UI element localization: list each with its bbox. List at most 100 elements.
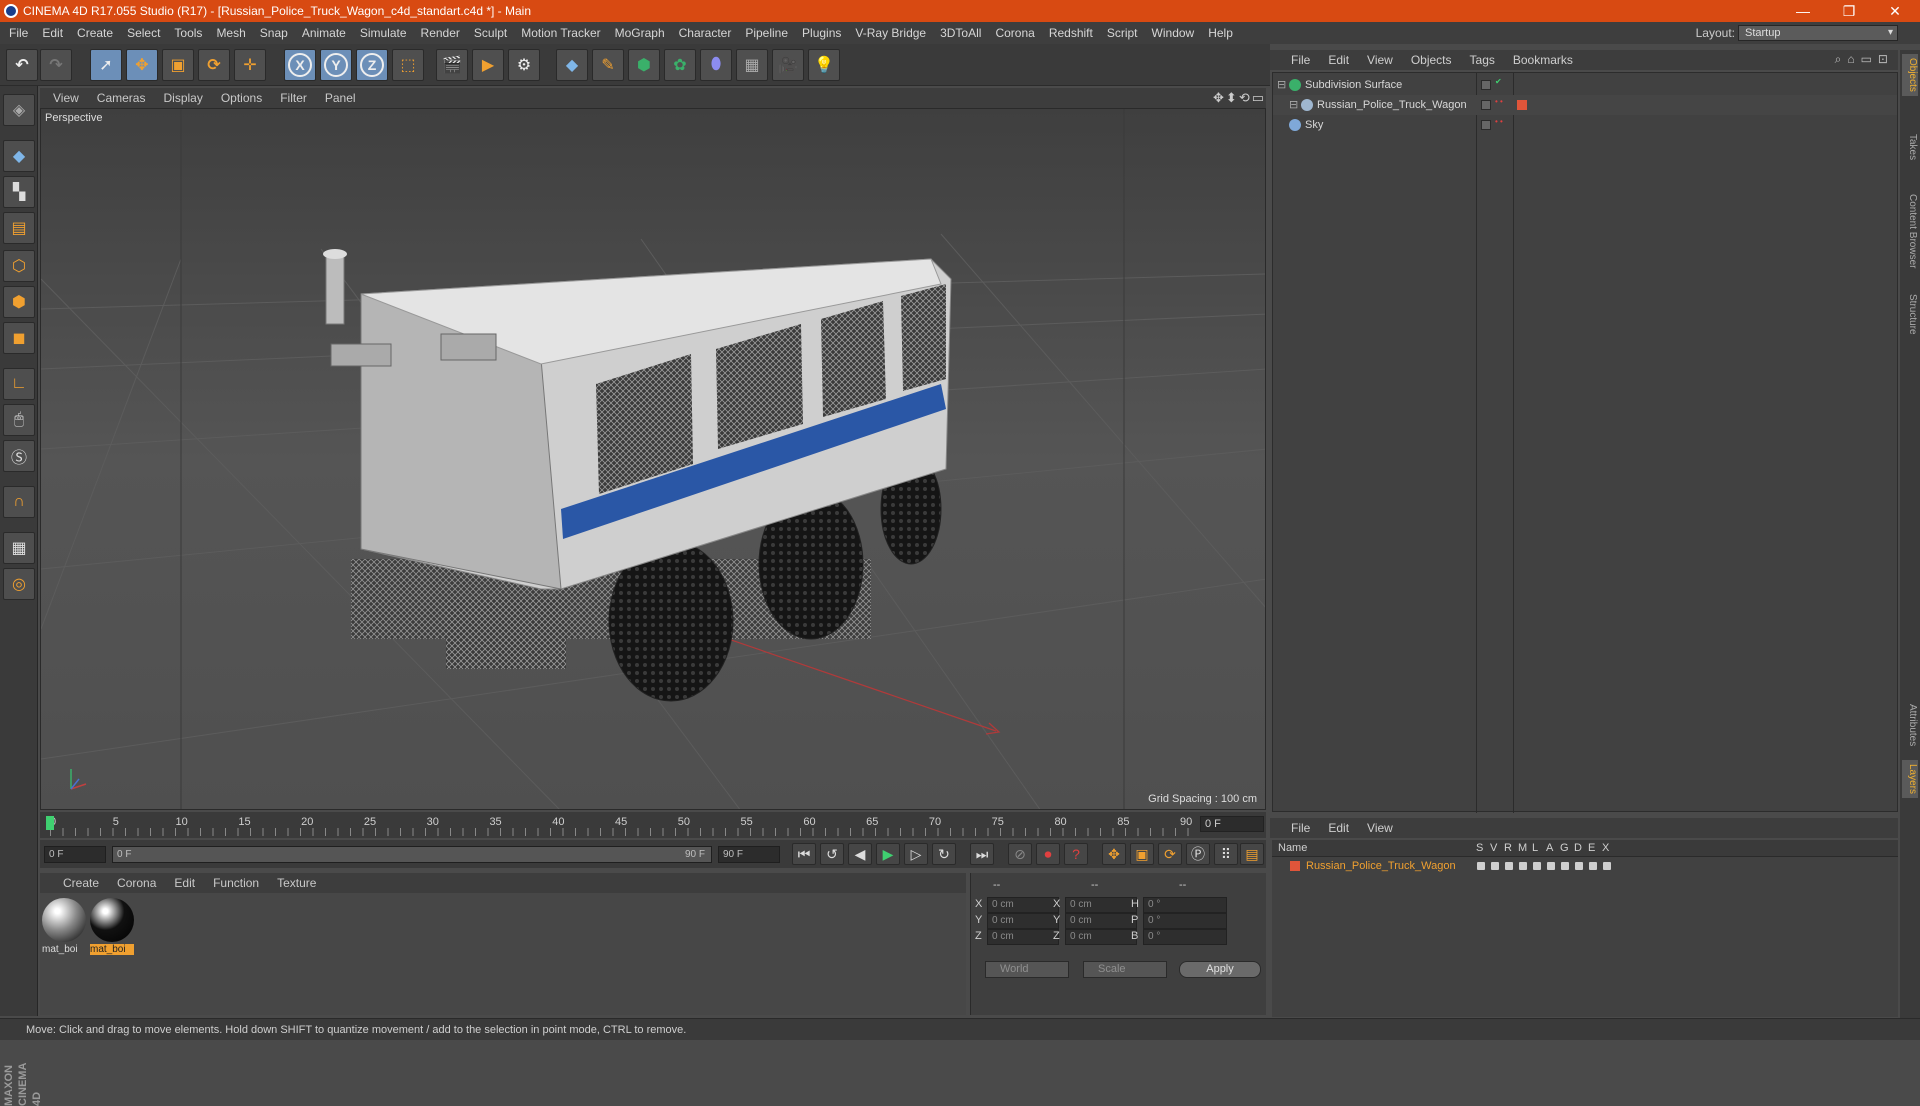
layer-flag-icon[interactable] (1519, 862, 1527, 870)
layer-column-header[interactable]: X (1602, 840, 1609, 857)
cloner-icon[interactable]: ✿ (664, 49, 696, 81)
play-icon[interactable]: ▶ (876, 843, 900, 865)
deformer-icon[interactable]: ⬮ (700, 49, 732, 81)
coordinate-space-dropdown[interactable]: World (985, 961, 1069, 978)
menu-mograph[interactable]: MoGraph (608, 22, 672, 44)
autokey-icon[interactable]: ⏺ (1036, 843, 1060, 865)
y-axis-lock-button[interactable]: Y (320, 49, 352, 81)
viewport-menu-panel[interactable]: Panel (316, 88, 365, 108)
perspective-viewport[interactable]: Perspective Grid Spacing : 100 cm (40, 108, 1266, 810)
menu-render[interactable]: Render (414, 22, 467, 44)
planar-workplane-icon[interactable]: ◎ (3, 568, 35, 600)
tweak-mode-icon[interactable]: 🖱 (3, 404, 35, 436)
visibility-dots-icon[interactable]: • • (1495, 98, 1503, 106)
layer-column-header[interactable]: D (1574, 840, 1582, 857)
layer-menu-view[interactable]: View (1358, 818, 1402, 838)
expand-toggle-icon[interactable]: ⊟ (1289, 95, 1298, 115)
tab-content-browser[interactable]: Content Browser (1902, 190, 1918, 272)
layer-row[interactable]: Russian_Police_Truck_Wagon (1272, 857, 1896, 875)
menu-script[interactable]: Script (1100, 22, 1145, 44)
tab-structure[interactable]: Structure (1902, 290, 1918, 339)
visibility-dots-icon[interactable]: • • (1495, 118, 1503, 126)
viewport-menu-display[interactable]: Display (154, 88, 211, 108)
coordinate-mode-dropdown[interactable]: Scale (1083, 961, 1167, 978)
object-menu-objects[interactable]: Objects (1402, 50, 1461, 70)
points-mode-icon[interactable]: ⬡ (3, 250, 35, 282)
tab-objects[interactable]: Objects (1902, 54, 1918, 96)
menu-corona[interactable]: Corona (988, 22, 1041, 44)
camera-icon[interactable]: 🎥 (772, 49, 804, 81)
object-row[interactable]: ⊟ Subdivision Surface ✔ (1273, 75, 1897, 95)
object-menu-bookmarks[interactable]: Bookmarks (1504, 50, 1582, 70)
floor-icon[interactable]: ▦ (736, 49, 768, 81)
preview-range-slider[interactable]: 0 F 90 F (112, 846, 712, 863)
menu-create[interactable]: Create (70, 22, 120, 44)
minimize-button[interactable]: — (1780, 0, 1826, 22)
menu-animate[interactable]: Animate (295, 22, 353, 44)
timeline-ruler[interactable]: 051015202530354045505560657075808590 (50, 814, 1200, 836)
key-scale-icon[interactable]: ▣ (1130, 843, 1154, 865)
visibility-toggles[interactable]: • • (1479, 95, 1511, 115)
layer-column-header[interactable]: Name (1278, 840, 1307, 857)
magnet-icon[interactable]: ∩ (3, 486, 35, 518)
layer-flag-icon[interactable] (1491, 862, 1499, 870)
previous-key-icon[interactable]: ↺ (820, 843, 844, 865)
layer-flag-icon[interactable] (1561, 862, 1569, 870)
visibility-dots-icon[interactable]: ✔ (1495, 78, 1502, 86)
menu-file[interactable]: File (2, 22, 35, 44)
layer-swatch-icon[interactable] (1481, 120, 1491, 130)
layer-menu-edit[interactable]: Edit (1319, 818, 1358, 838)
menu-3dtoall[interactable]: 3DToAll (933, 22, 988, 44)
tab-attributes[interactable]: Attributes (1902, 700, 1918, 750)
material-menu-texture[interactable]: Texture (268, 873, 325, 893)
menu-mesh[interactable]: Mesh (209, 22, 252, 44)
menu-sculpt[interactable]: Sculpt (467, 22, 514, 44)
layer-swatch-icon[interactable] (1481, 80, 1491, 90)
keyframe-selection-icon[interactable]: ? (1064, 843, 1088, 865)
coordinate-system-icon[interactable]: ⬚ (392, 49, 424, 81)
texture-mode-icon[interactable]: ▚ (3, 176, 35, 208)
apply-button[interactable]: Apply (1179, 961, 1261, 978)
axis-mode-icon[interactable]: ∟ (3, 368, 35, 400)
record-keys-icon[interactable]: ⊘ (1008, 843, 1032, 865)
layer-column-header[interactable]: L (1532, 840, 1538, 857)
go-to-end-icon[interactable]: ⏭ (970, 843, 994, 865)
layout-dropdown[interactable]: Startup (1738, 25, 1898, 41)
object-row[interactable]: Sky • • (1273, 115, 1897, 135)
render-settings-icon[interactable]: ⚙ (508, 49, 540, 81)
subdivision-surface-icon[interactable]: ⬢ (628, 49, 660, 81)
layer-column-header[interactable]: R (1504, 840, 1512, 857)
material-menu-corona[interactable]: Corona (108, 873, 165, 893)
timeline[interactable]: 051015202530354045505560657075808590 0 F (40, 812, 1266, 838)
layer-column-header[interactable]: A (1546, 840, 1553, 857)
coord-value-field[interactable]: 0 cm (987, 897, 1059, 913)
scale-tool-icon[interactable]: ▣ (162, 49, 194, 81)
key-pla-icon[interactable]: ⠿ (1214, 843, 1238, 865)
make-editable-icon[interactable]: ◈ (3, 94, 35, 126)
redo-icon[interactable]: ↷ (40, 49, 72, 81)
end-frame-field[interactable]: 90 F (718, 846, 780, 863)
menu-help[interactable]: Help (1201, 22, 1240, 44)
layer-column-header[interactable]: M (1518, 840, 1527, 857)
material-swatch-selected[interactable]: mat_boi (90, 898, 134, 955)
edges-mode-icon[interactable]: ⬢ (3, 286, 35, 318)
snap-icon[interactable]: Ⓢ (3, 440, 35, 472)
render-view-icon[interactable]: 🎬 (436, 49, 468, 81)
viewport-menu-filter[interactable]: Filter (271, 88, 316, 108)
layer-column-header[interactable]: G (1560, 840, 1569, 857)
material-swatch[interactable]: mat_boi (42, 898, 86, 955)
menu-motion-tracker[interactable]: Motion Tracker (514, 22, 607, 44)
coord-value-field[interactable]: 0 cm (1065, 913, 1137, 929)
polygons-mode-icon[interactable]: ◼ (3, 322, 35, 354)
layer-flag-icon[interactable] (1603, 862, 1611, 870)
locked-workplane-icon[interactable]: ▦ (3, 532, 35, 564)
current-frame-field[interactable]: 0 F (1200, 816, 1264, 832)
restore-button[interactable]: ❐ (1826, 0, 1872, 22)
timeline-window-icon[interactable]: ▤ (1240, 843, 1264, 865)
coord-value-field[interactable]: 0 ° (1143, 897, 1227, 913)
layer-flag-icon[interactable] (1477, 862, 1485, 870)
object-manager-toolbar-icons[interactable]: ⌕⌂▭⊡ (1835, 52, 1894, 67)
object-menu-file[interactable]: File (1282, 50, 1319, 70)
viewport-menu-view[interactable]: View (44, 88, 88, 108)
render-picture-viewer-icon[interactable]: ▶ (472, 49, 504, 81)
